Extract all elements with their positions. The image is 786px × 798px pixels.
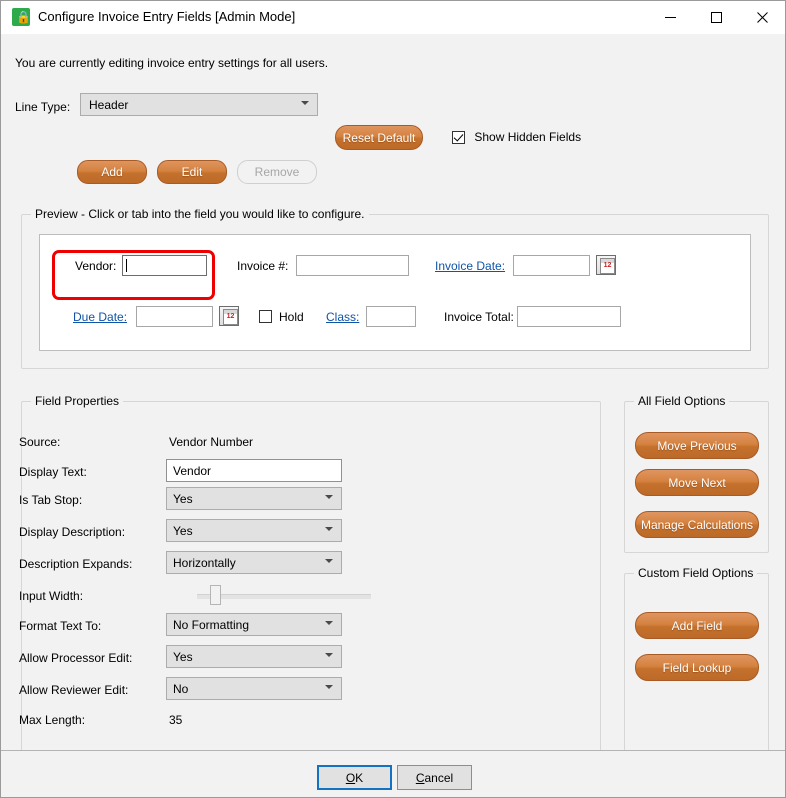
allow-processor-edit-select[interactable]: Yes bbox=[166, 645, 342, 668]
format-text-to-select[interactable]: No Formatting bbox=[166, 613, 342, 636]
preview-vendor-input[interactable] bbox=[122, 255, 207, 276]
display-description-value: Yes bbox=[173, 524, 193, 538]
allow-reviewer-edit-label: Allow Reviewer Edit: bbox=[19, 683, 129, 697]
preview-hold-label: Hold bbox=[279, 310, 304, 324]
preview-invoice-total-input[interactable] bbox=[517, 306, 621, 327]
remove-button: Remove bbox=[237, 160, 317, 184]
minimize-icon bbox=[664, 16, 676, 18]
minimize-button[interactable] bbox=[647, 1, 693, 33]
input-width-slider-track[interactable] bbox=[197, 594, 371, 599]
close-button[interactable] bbox=[739, 1, 785, 33]
allow-reviewer-edit-select[interactable]: No bbox=[166, 677, 342, 700]
chevron-down-icon bbox=[325, 526, 334, 535]
description-expands-value: Horizontally bbox=[173, 556, 236, 570]
line-type-label: Line Type: bbox=[15, 100, 71, 114]
input-width-label: Input Width: bbox=[19, 589, 84, 603]
maximize-button[interactable] bbox=[693, 1, 739, 33]
line-type-select[interactable]: Header bbox=[80, 93, 318, 116]
add-field-button[interactable]: Add Field bbox=[635, 612, 759, 639]
preview-due-date-input[interactable] bbox=[136, 306, 213, 327]
preview-vendor-label: Vendor: bbox=[75, 259, 117, 273]
is-tab-stop-label: Is Tab Stop: bbox=[19, 493, 83, 507]
checkbox-check-icon bbox=[452, 131, 465, 144]
field-properties-group: Field Properties bbox=[21, 394, 601, 758]
allow-processor-edit-label: Allow Processor Edit: bbox=[19, 651, 133, 665]
due-date-calendar-button[interactable]: 12 bbox=[219, 306, 239, 326]
close-icon bbox=[756, 11, 768, 23]
show-hidden-fields-checkbox[interactable]: Show Hidden Fields bbox=[452, 130, 581, 146]
preview-invoice-total-label: Invoice Total: bbox=[444, 310, 514, 324]
calendar-icon-day: 12 bbox=[226, 313, 235, 320]
preview-due-date-label[interactable]: Due Date: bbox=[73, 310, 127, 324]
move-previous-button[interactable]: Move Previous bbox=[635, 432, 759, 459]
footer: OK Cancel bbox=[1, 751, 785, 797]
preview-invoice-date-label[interactable]: Invoice Date: bbox=[435, 259, 505, 273]
all-field-options-group: All Field Options Move Previous Move Nex… bbox=[624, 394, 769, 553]
input-width-slider-thumb[interactable] bbox=[210, 585, 221, 605]
chevron-down-icon bbox=[301, 100, 310, 109]
ok-button[interactable]: OK bbox=[317, 765, 392, 790]
ok-accel: O bbox=[345, 770, 356, 785]
chevron-down-icon bbox=[325, 684, 334, 693]
preview-hold-checkbox[interactable] bbox=[259, 310, 272, 323]
max-length-label: Max Length: bbox=[19, 713, 86, 727]
cancel-button[interactable]: Cancel bbox=[397, 765, 472, 790]
is-tab-stop-select[interactable]: Yes bbox=[166, 487, 342, 510]
preview-invoice-date-input[interactable] bbox=[513, 255, 590, 276]
field-lookup-button[interactable]: Field Lookup bbox=[635, 654, 759, 681]
allow-processor-edit-value: Yes bbox=[173, 650, 193, 664]
cancel-rest: ancel bbox=[424, 770, 454, 785]
cancel-accel: C bbox=[415, 770, 425, 785]
display-text-input[interactable]: Vendor bbox=[166, 459, 342, 482]
chevron-down-icon bbox=[325, 494, 334, 503]
add-button[interactable]: Add bbox=[77, 160, 147, 184]
allow-reviewer-edit-value: No bbox=[173, 682, 189, 696]
line-type-value: Header bbox=[89, 98, 129, 112]
display-text-label: Display Text: bbox=[19, 465, 87, 479]
maximize-icon bbox=[710, 11, 722, 23]
dialog-body: You are currently editing invoice entry … bbox=[1, 34, 785, 797]
preview-panel[interactable]: Vendor: Invoice #: Invoice Date: 12 Due … bbox=[39, 234, 751, 351]
notice-text: You are currently editing invoice entry … bbox=[15, 56, 329, 70]
edit-button[interactable]: Edit bbox=[157, 160, 227, 184]
calendar-icon: 12 bbox=[600, 258, 615, 274]
chevron-down-icon bbox=[325, 620, 334, 629]
description-expands-select[interactable]: Horizontally bbox=[166, 551, 342, 574]
show-hidden-fields-label: Show Hidden Fields bbox=[474, 130, 582, 144]
title-bar: 🔒 Configure Invoice Entry Fields [Admin … bbox=[1, 1, 785, 35]
manage-calculations-button[interactable]: Manage Calculations bbox=[635, 511, 759, 538]
reset-default-button[interactable]: Reset Default bbox=[335, 125, 423, 150]
ok-rest: K bbox=[355, 770, 364, 785]
dialog-window: 🔒 Configure Invoice Entry Fields [Admin … bbox=[0, 0, 786, 798]
format-text-to-value: No Formatting bbox=[173, 618, 250, 632]
custom-field-options-group: Custom Field Options Add Field Field Loo… bbox=[624, 566, 769, 758]
preview-group: Preview - Click or tab into the field yo… bbox=[21, 207, 769, 369]
display-text-value: Vendor bbox=[173, 464, 212, 478]
preview-group-label: Preview - Click or tab into the field yo… bbox=[31, 207, 369, 221]
lock-icon: 🔒 bbox=[12, 8, 31, 26]
max-length-value: 35 bbox=[169, 713, 183, 727]
preview-invoice-number-label: Invoice #: bbox=[237, 259, 289, 273]
custom-field-options-label: Custom Field Options bbox=[634, 566, 758, 580]
calendar-icon: 12 bbox=[223, 309, 238, 325]
all-field-options-label: All Field Options bbox=[634, 394, 730, 408]
field-properties-group-label: Field Properties bbox=[31, 394, 124, 408]
preview-invoice-number-input[interactable] bbox=[296, 255, 409, 276]
source-label: Source: bbox=[19, 435, 61, 449]
preview-class-input[interactable] bbox=[366, 306, 416, 327]
chevron-down-icon bbox=[325, 558, 334, 567]
calendar-icon-day: 12 bbox=[603, 262, 612, 269]
format-text-to-label: Format Text To: bbox=[19, 619, 102, 633]
move-next-button[interactable]: Move Next bbox=[635, 469, 759, 496]
chevron-down-icon bbox=[325, 652, 334, 661]
preview-class-label[interactable]: Class: bbox=[326, 310, 359, 324]
invoice-date-calendar-button[interactable]: 12 bbox=[596, 255, 616, 275]
is-tab-stop-value: Yes bbox=[173, 492, 193, 506]
window-title: Configure Invoice Entry Fields [Admin Mo… bbox=[38, 9, 296, 24]
source-value: Vendor Number bbox=[169, 435, 254, 449]
lock-icon-glyph: 🔒 bbox=[16, 10, 31, 24]
display-description-label: Display Description: bbox=[19, 525, 126, 539]
display-description-select[interactable]: Yes bbox=[166, 519, 342, 542]
description-expands-label: Description Expands: bbox=[19, 557, 133, 571]
